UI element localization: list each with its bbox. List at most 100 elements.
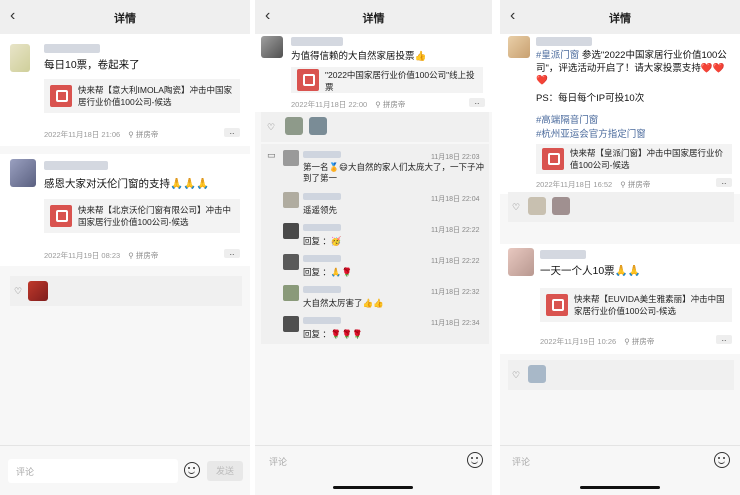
send-button[interactable]: 发送 (207, 461, 243, 481)
commenter-name[interactable] (303, 224, 341, 231)
link-card[interactable]: 快来帮【EUVIDA美生雅素丽】冲击中国家居行业价值100公司-候选 (540, 288, 732, 322)
commenter-name[interactable] (303, 193, 341, 200)
comment-footer: 评论 (255, 445, 492, 495)
home-indicator (580, 486, 660, 489)
header: ‹ 详情 (0, 0, 250, 34)
card-text: 快来帮【EUVIDA美生雅素丽】冲击中国家居行业价值100公司-候选 (574, 294, 725, 316)
emoji-icon[interactable] (714, 452, 730, 468)
comment-time: 11月18日 22:34 (431, 320, 480, 327)
home-indicator (333, 486, 413, 489)
source-link[interactable]: ⚲ 拼房帝 (128, 251, 158, 260)
avatar[interactable] (28, 281, 48, 301)
username[interactable] (536, 37, 592, 46)
link-card[interactable]: 快来帮【北京沃伦门窗有限公司】冲击中国家居行业价值100公司-候选 (44, 199, 240, 233)
avatar[interactable] (283, 285, 299, 301)
content-area: 每日10票，卷起来了 快来帮【意大利IMOLA陶瓷】冲击中国家居行业价值100公… (0, 34, 250, 445)
moments-panel-3: ‹ 详情 #皇派门窗 参选"2022中国家居行业价值100公司"，评选活动开启了… (500, 0, 740, 495)
avatar[interactable] (283, 316, 299, 332)
post-meta: 2022年11月19日 10:26 ⚲ 拼房帝 (540, 336, 654, 347)
link-card[interactable]: "2022中国家居行业价值100公司"线上投票 (291, 67, 483, 93)
avatar[interactable] (283, 223, 299, 239)
post-time: 2022年11月18日 16:52 (536, 180, 613, 189)
emoji-icon[interactable] (467, 452, 483, 468)
post-time: 2022年11月19日 08:23 (44, 251, 121, 260)
comment-text: 大自然太厉害了👍👍 (303, 298, 384, 308)
page-title: 详情 (114, 13, 136, 25)
comment-footer: 评论 发送 (0, 445, 250, 495)
source-link[interactable]: ⚲ 拼房帝 (128, 130, 158, 139)
post-text-ps: PS：每日每个IP可投10次 (536, 93, 645, 104)
content-area: 为值得信赖的大自然家居投票👍 "2022中国家居行业价值100公司"线上投票 2… (255, 34, 492, 445)
avatar[interactable] (283, 254, 299, 270)
heart-icon: ♡ (512, 202, 521, 212)
commenter-name[interactable] (303, 151, 341, 158)
comment-input[interactable]: 评论 (8, 459, 178, 483)
comment-text: 回复 ：🥳 (303, 236, 342, 246)
avatar[interactable] (309, 117, 327, 135)
link-card[interactable]: 快来帮【皇派门窗】冲击中国家居行业价值100公司-候选 (536, 144, 732, 174)
comment-text: 第一名🏅😄大自然的家人们太庞大了，一下子冲到了第一 (303, 162, 484, 183)
username[interactable] (540, 250, 586, 259)
app-logo-icon (50, 85, 72, 107)
commenter-name[interactable] (303, 286, 341, 293)
likes-bar: ♡ (10, 276, 242, 306)
hashtag[interactable]: #杭州亚运会官方指定门窗 (536, 128, 646, 142)
more-options-icon[interactable]: .. (469, 97, 485, 107)
comment-time: 11月18日 22:04 (431, 196, 480, 203)
avatar[interactable] (508, 36, 530, 58)
comment-time: 11月18日 22:03 (431, 154, 480, 161)
source-link[interactable]: ⚲ 拼房帝 (620, 180, 650, 189)
source-link[interactable]: ⚲ 拼房帝 (624, 337, 654, 346)
more-options-icon[interactable]: .. (224, 248, 240, 258)
commenter-name[interactable] (303, 255, 341, 262)
comment-icon: ▭ (267, 150, 276, 160)
comment-input[interactable]: 评论 (261, 449, 461, 473)
avatar[interactable] (508, 248, 534, 276)
header: ‹ 详情 (500, 0, 740, 34)
hashtag[interactable]: #皇派门窗 (536, 50, 579, 61)
commenter-name[interactable] (303, 317, 341, 324)
avatar[interactable] (528, 197, 546, 215)
comment-input[interactable]: 评论 (504, 449, 704, 473)
header: ‹ 详情 (255, 0, 492, 34)
link-card[interactable]: 快来帮【意大利IMOLA陶瓷】冲击中国家居行业价值100公司-候选 (44, 79, 240, 113)
comment-text: 回复 ：🙏🌹 (303, 267, 353, 277)
likes-bar: ♡ (508, 192, 734, 222)
avatar[interactable] (261, 36, 283, 58)
heart-icon: ♡ (512, 370, 521, 380)
avatar[interactable] (552, 197, 570, 215)
avatar[interactable] (10, 44, 30, 72)
more-options-icon[interactable]: .. (716, 177, 732, 187)
app-logo-icon (297, 69, 319, 91)
moments-panel-1: ‹ 详情 每日10票，卷起来了 快来帮【意大利IMOLA陶瓷】冲击中国家居行业价… (0, 0, 250, 495)
comment-text: 遥遥领先 (303, 205, 338, 215)
page-title: 详情 (362, 13, 385, 25)
post-meta: 2022年11月19日 08:23 ⚲ 拼房帝 (44, 250, 158, 261)
post-text: 为值得信赖的大自然家居投票👍 (291, 51, 427, 62)
avatar[interactable] (283, 192, 299, 208)
post: 每日10票，卷起来了 快来帮【意大利IMOLA陶瓷】冲击中国家居行业价值100公… (0, 34, 250, 146)
emoji-icon[interactable] (184, 462, 200, 478)
source-link[interactable]: ⚲ 拼房帝 (375, 100, 405, 109)
heart-icon: ♡ (14, 286, 23, 296)
post: 一天一个人10票🙏🙏 快来帮【EUVIDA美生雅素丽】冲击中国家居行业价值100… (500, 244, 740, 354)
more-options-icon[interactable]: .. (224, 127, 240, 137)
comment-footer: 评论 (500, 445, 740, 495)
post: 为值得信赖的大自然家居投票👍 "2022中国家居行业价值100公司"线上投票 2… (255, 34, 492, 112)
post-time: 2022年11月18日 22:00 (291, 100, 368, 109)
app-logo-icon (50, 205, 72, 227)
avatar[interactable] (285, 117, 303, 135)
app-logo-icon (546, 294, 568, 316)
username[interactable] (291, 37, 343, 46)
avatar[interactable] (283, 150, 299, 166)
username[interactable] (44, 161, 108, 170)
hashtag[interactable]: #高端隔音门窗 (536, 114, 598, 128)
post: 感恩大家对沃伦门窗的支持🙏🙏🙏 快来帮【北京沃伦门窗有限公司】冲击中国家居行业价… (0, 154, 250, 266)
more-options-icon[interactable]: .. (716, 334, 732, 344)
card-text: 快来帮【意大利IMOLA陶瓷】冲击中国家居行业价值100公司-候选 (78, 85, 232, 107)
comment-text: 回复 ：🌹🌹🌹 (303, 329, 363, 339)
avatar[interactable] (528, 365, 546, 383)
post-time: 2022年11月19日 10:26 (540, 337, 617, 346)
avatar[interactable] (10, 159, 36, 187)
username[interactable] (44, 44, 100, 53)
